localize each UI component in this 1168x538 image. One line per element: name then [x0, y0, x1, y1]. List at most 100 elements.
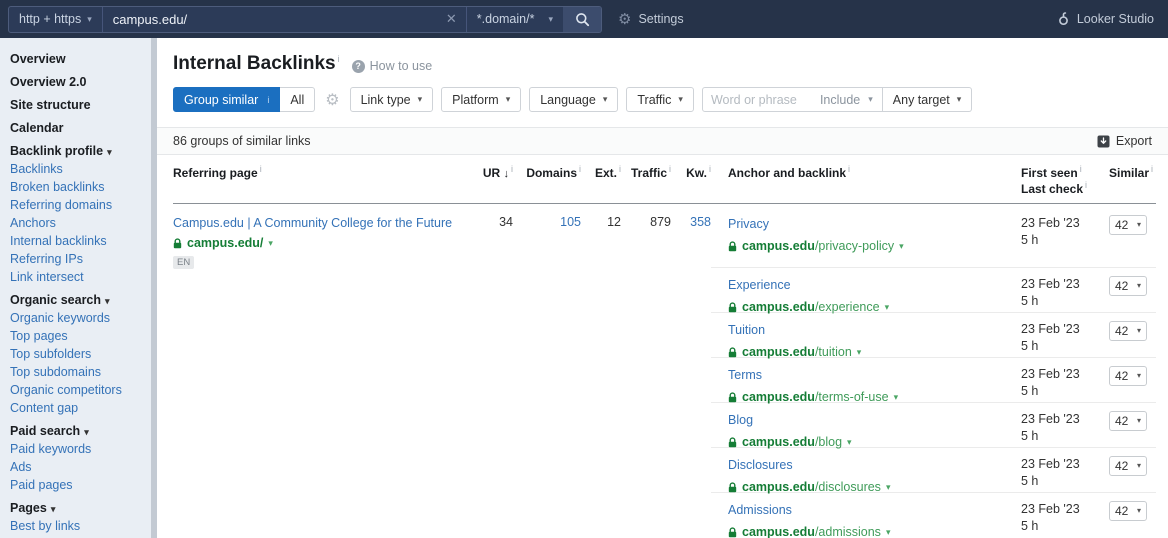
- export-button[interactable]: Export: [1097, 134, 1152, 148]
- header-ur-sorted[interactable]: UR ↓ i: [473, 164, 513, 196]
- anchor-backlink-row: Disclosures campus.edu/disclosures ▾ 23 …: [711, 448, 1156, 494]
- anchor-text-link[interactable]: Experience: [728, 277, 791, 293]
- word-phrase-input[interactable]: [702, 92, 811, 107]
- similar-count-select[interactable]: 42 ▾: [1109, 321, 1147, 341]
- sidebar-item-overview-2-0[interactable]: Overview 2.0: [10, 73, 157, 91]
- anchor-text-link[interactable]: Admissions: [728, 502, 792, 518]
- sidebar-item-broken-backlinks[interactable]: Broken backlinks: [10, 178, 157, 196]
- first-seen-value: 23 Feb '23: [1021, 216, 1080, 230]
- header-referring-page[interactable]: Referring page i: [173, 164, 473, 196]
- link-type-filter[interactable]: Link type ▾: [349, 87, 434, 112]
- anchor-text-link[interactable]: Tuition: [728, 322, 765, 338]
- sidebar-item-link-intersect[interactable]: Link intersect: [10, 268, 157, 286]
- sidebar-item-referring-ips[interactable]: Referring IPs: [10, 250, 157, 268]
- group-similar-button[interactable]: Group similar i: [173, 87, 281, 112]
- ur-value: 34: [499, 215, 513, 229]
- sidebar-item-ads[interactable]: Ads: [10, 458, 157, 476]
- protocol-mode-select[interactable]: http + https ▾: [9, 6, 103, 32]
- sidebar-item-label: Broken backlinks: [10, 180, 105, 194]
- similar-count-select[interactable]: 42 ▾: [1109, 501, 1147, 521]
- column-settings-gear-icon[interactable]: ⚙: [323, 90, 341, 110]
- chevron-down-icon: ▾: [885, 526, 891, 537]
- first-seen-value: 23 Feb '23: [1021, 502, 1080, 516]
- protocol-mode-value: http + https: [19, 12, 82, 26]
- chevron-down-icon: ▾: [505, 94, 511, 104]
- header-ext[interactable]: Ext. i: [581, 164, 621, 196]
- header-first-seen-last-check[interactable]: First seen i Last check i: [1021, 164, 1103, 196]
- sidebar-item-overview[interactable]: Overview: [10, 50, 157, 68]
- sidebar-item-content-gap[interactable]: Content gap: [10, 399, 157, 417]
- site-explorer-search-bar: http + https ▾ ✕ *.domain/* ▾: [8, 5, 602, 33]
- anchor-backlink-row: Blog campus.edu/blog ▾ 23 Feb '23 5 h 42…: [711, 403, 1156, 449]
- all-button[interactable]: All: [280, 87, 316, 112]
- sidebar-item-organic-search[interactable]: Organic search ▾: [10, 291, 157, 309]
- anchor-text-link[interactable]: Blog: [728, 412, 753, 428]
- header-kw[interactable]: Kw. i: [671, 164, 711, 196]
- sidebar-item-top-pages[interactable]: Top pages: [10, 327, 157, 345]
- target-url-input[interactable]: [102, 6, 437, 32]
- how-to-use-link[interactable]: ? How to use: [351, 59, 432, 73]
- similar-count-select[interactable]: 42 ▾: [1109, 411, 1147, 431]
- similar-count-select[interactable]: 42 ▾: [1109, 366, 1147, 386]
- sidebar-item-anchors[interactable]: Anchors: [10, 214, 157, 232]
- word-phrase-filter: Include ▾: [701, 87, 883, 112]
- dates-cell: 23 Feb '23 5 h: [1021, 276, 1103, 312]
- chevron-down-icon: ▾: [1136, 281, 1141, 290]
- sidebar-item-best-by-links[interactable]: Best by links: [10, 517, 157, 535]
- sidebar-item-top-subfolders[interactable]: Top subfolders: [10, 345, 157, 363]
- search-button[interactable]: [563, 6, 601, 32]
- sidebar-item-label: Overview 2.0: [10, 75, 87, 89]
- backlink-url-dropdown[interactable]: campus.edu/privacy-policy ▾: [728, 237, 1021, 255]
- include-mode-select[interactable]: Include ▾: [811, 93, 882, 107]
- clear-input-icon[interactable]: ✕: [437, 7, 466, 32]
- sidebar-item-internal-backlinks[interactable]: Internal backlinks: [10, 232, 157, 250]
- header-domains[interactable]: Domains i: [513, 164, 581, 196]
- anchor-text-link[interactable]: Terms: [728, 367, 762, 383]
- sidebar-item-paid-keywords[interactable]: Paid keywords: [10, 440, 157, 458]
- first-seen-value: 23 Feb '23: [1021, 277, 1080, 291]
- scope-mode-select[interactable]: *.domain/* ▾: [465, 6, 563, 32]
- sidebar-item-backlinks[interactable]: Backlinks: [10, 160, 157, 178]
- sidebar-item-label: Referring IPs: [10, 252, 83, 266]
- sidebar-item-paid-search[interactable]: Paid search ▾: [10, 422, 157, 440]
- traffic-filter[interactable]: Traffic ▾: [626, 87, 694, 112]
- chevron-down-icon: ▾: [417, 94, 423, 104]
- sidebar-item-organic-keywords[interactable]: Organic keywords: [10, 309, 157, 327]
- sidebar-nav: Overview Overview 2.0 Site structure Calend…: [0, 38, 157, 538]
- header-traffic[interactable]: Traffic i: [621, 164, 671, 196]
- similar-count-select[interactable]: 42 ▾: [1109, 215, 1147, 235]
- similar-count-value: 42: [1115, 504, 1129, 518]
- chevron-down-icon: ▾: [84, 427, 89, 437]
- info-superscript-icon: i: [1151, 164, 1154, 174]
- any-target-filter[interactable]: Any target ▾: [882, 87, 973, 112]
- anchor-text-link[interactable]: Disclosures: [728, 457, 793, 473]
- sidebar-item-calendar[interactable]: Calendar: [10, 119, 157, 137]
- language-filter[interactable]: Language ▾: [529, 87, 619, 112]
- backlink-url-dropdown[interactable]: campus.edu/admissions ▾: [728, 523, 1021, 538]
- export-label: Export: [1115, 134, 1152, 148]
- domains-value-link[interactable]: 105: [513, 215, 581, 538]
- anchor-text-link[interactable]: Privacy: [728, 216, 769, 232]
- sidebar-item-top-subdomains[interactable]: Top subdomains: [10, 363, 157, 381]
- referring-page-title-link[interactable]: Campus.edu | A Community College for the…: [173, 215, 473, 232]
- lock-icon: [728, 240, 737, 251]
- platform-filter[interactable]: Platform ▾: [441, 87, 522, 112]
- similar-count-select[interactable]: 42 ▾: [1109, 276, 1147, 296]
- chevron-down-icon: ▾: [1136, 461, 1141, 470]
- sidebar-item-paid-pages[interactable]: Paid pages: [10, 476, 157, 494]
- settings-button[interactable]: ⚙ Settings: [618, 12, 684, 27]
- sidebar-item-referring-domains[interactable]: Referring domains: [10, 196, 157, 214]
- referring-url-dropdown[interactable]: campus.edu/ ▾: [173, 236, 473, 250]
- sidebar-item-organic-competitors[interactable]: Organic competitors: [10, 381, 157, 399]
- sidebar-item-pages[interactable]: Pages ▾: [10, 499, 157, 517]
- top-bar: http + https ▾ ✕ *.domain/* ▾ ⚙ Settings: [0, 0, 1168, 38]
- language-badge: EN: [173, 256, 195, 269]
- looker-studio-button[interactable]: Looker Studio: [1057, 12, 1154, 26]
- sidebar-item-site-structure[interactable]: Site structure: [10, 96, 157, 114]
- sidebar-item-backlink-profile[interactable]: Backlink profile ▾: [10, 142, 157, 160]
- kw-value-link[interactable]: 358: [671, 215, 711, 538]
- similar-count-select[interactable]: 42 ▾: [1109, 456, 1147, 476]
- main-content: Internal Backlinks i ? How to use Group s…: [157, 38, 1168, 538]
- header-anchor-and-backlink[interactable]: Anchor and backlink i: [711, 164, 1021, 196]
- header-similar[interactable]: Similar i: [1103, 164, 1156, 196]
